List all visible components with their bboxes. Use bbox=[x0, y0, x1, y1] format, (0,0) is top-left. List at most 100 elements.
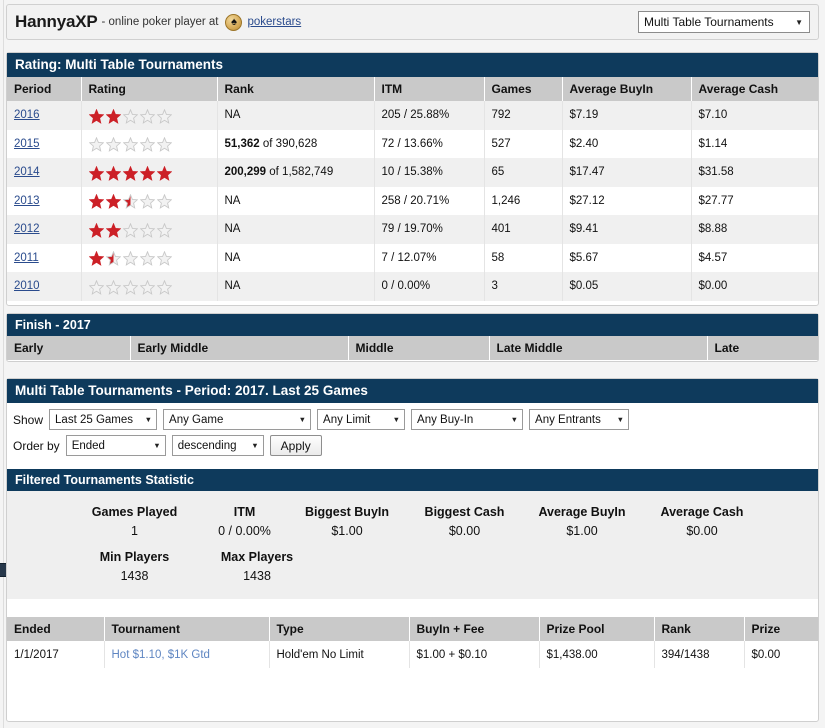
site-header: HannyaXP - online poker player at ♠ poke… bbox=[6, 4, 819, 40]
finish-panel: Finish - 2017 Early Early Middle Middle Lat… bbox=[6, 313, 819, 362]
star-empty-icon bbox=[156, 279, 172, 295]
cell-rating bbox=[81, 186, 218, 215]
player-name: HannyaXP bbox=[15, 12, 98, 31]
player-subtitle: - online poker player at bbox=[101, 16, 219, 28]
cell-average-cash: $4.57 bbox=[691, 243, 818, 272]
pokerstars-link[interactable]: pokerstars bbox=[247, 16, 301, 28]
order-field-select-value: Ended bbox=[71, 439, 105, 452]
show-range-select[interactable]: Last 25 Games ▼ bbox=[49, 409, 158, 430]
stats-row-players: Min Players Max Players 1438 1438 bbox=[7, 544, 818, 589]
show-label: Show bbox=[13, 412, 44, 427]
col-prize-pool: Prize Pool bbox=[539, 617, 655, 641]
finish-panel-title: Finish - 2017 bbox=[7, 314, 818, 336]
col-early-middle: Early Middle bbox=[130, 336, 349, 360]
game-type-select[interactable]: Any Game ▼ bbox=[163, 409, 312, 430]
stat-value: 1438 bbox=[243, 569, 271, 583]
cell-average-buyin: $5.67 bbox=[562, 243, 692, 272]
period-link[interactable]: 2013 bbox=[14, 195, 40, 207]
star-empty-icon bbox=[139, 279, 155, 295]
table-row: 2013 NA 258 / 20.71% 1,246 $27.12 $27.77 bbox=[7, 186, 818, 215]
table-row: 1/1/2017 Hot $1.10, $1K Gtd Hold'em No Lim… bbox=[7, 641, 818, 668]
filtered-stats-block: Games Played ITM Biggest BuyIn Biggest Cash… bbox=[7, 491, 818, 599]
chevron-down-icon: ▼ bbox=[298, 415, 307, 424]
limit-select-value: Any Limit bbox=[323, 413, 371, 426]
stat-label: Average Cash bbox=[660, 505, 744, 519]
star-full-icon bbox=[105, 194, 121, 209]
cell-average-cash: $8.88 bbox=[691, 215, 818, 244]
star-half-icon bbox=[105, 251, 121, 266]
period-link[interactable]: 2014 bbox=[14, 166, 40, 178]
stat-value: $0.00 bbox=[448, 524, 481, 538]
star-full-icon bbox=[88, 251, 104, 266]
table-row: 2012 NA 79 / 19.70% 401 $9.41 $8.88 bbox=[7, 215, 818, 244]
period-link[interactable]: 2012 bbox=[14, 223, 40, 235]
finish-table: Early Early Middle Middle Late Middle Late bbox=[7, 336, 818, 360]
star-full-icon bbox=[105, 108, 121, 124]
apply-button[interactable]: Apply bbox=[269, 435, 322, 456]
chevron-down-icon: ▼ bbox=[616, 415, 625, 424]
cell-average-buyin: $9.41 bbox=[562, 215, 692, 244]
chevron-down-icon: ▼ bbox=[795, 17, 803, 27]
order-direction-select[interactable]: descending ▼ bbox=[171, 435, 264, 456]
table-row: 2011 NA 7 / 12.07% 58 $5.67 $4.57 bbox=[7, 243, 818, 272]
star-empty-icon bbox=[156, 251, 172, 266]
cell-games: 527 bbox=[484, 129, 563, 158]
star-empty-icon bbox=[122, 137, 138, 152]
col-tournament: Tournament bbox=[104, 617, 270, 641]
star-half-icon bbox=[122, 194, 138, 209]
cell-buyin-fee: $1.00 + $0.10 bbox=[409, 641, 540, 668]
entrants-select-value: Any Entrants bbox=[535, 413, 601, 426]
period-link[interactable]: 2016 bbox=[14, 109, 40, 121]
stat-value: 1 bbox=[131, 524, 138, 538]
star-full-icon bbox=[122, 165, 138, 181]
rating-panel-title: Rating: Multi Table Tournaments bbox=[7, 53, 818, 77]
stat-label: Min Players bbox=[99, 550, 170, 564]
entrants-select[interactable]: Any Entrants ▼ bbox=[529, 409, 630, 430]
star-empty-icon bbox=[139, 251, 155, 266]
star-empty-icon bbox=[156, 194, 172, 209]
stat-value: $1.00 bbox=[331, 524, 363, 538]
period-link[interactable]: 2015 bbox=[14, 138, 40, 150]
cell-rating bbox=[81, 243, 218, 272]
cell-itm: 258 / 20.71% bbox=[374, 186, 485, 215]
cell-games: 3 bbox=[484, 272, 563, 301]
buyin-select[interactable]: Any Buy-In ▼ bbox=[411, 409, 524, 430]
cell-rank: 200,299 of 1,582,749 bbox=[217, 158, 375, 187]
period-link[interactable]: 2011 bbox=[14, 252, 39, 264]
cell-period: 2011 bbox=[7, 243, 82, 272]
tournaments-table: Ended Tournament Type BuyIn + Fee Prize Pool… bbox=[7, 617, 818, 668]
star-empty-icon bbox=[139, 194, 155, 209]
cell-rank: NA bbox=[217, 243, 375, 272]
tournament-link[interactable]: Hot $1.10, $1K Gtd bbox=[112, 649, 210, 661]
game-format-select[interactable]: Multi Table Tournaments ▼ bbox=[638, 11, 810, 33]
chevron-down-icon: ▼ bbox=[392, 415, 401, 424]
star-empty-icon bbox=[139, 222, 155, 238]
cell-prize: $0.00 bbox=[744, 641, 818, 668]
col-rank: Rank bbox=[217, 77, 375, 101]
col-period: Period bbox=[7, 77, 82, 101]
order-field-select[interactable]: Ended ▼ bbox=[65, 435, 166, 456]
cell-rating bbox=[81, 101, 218, 130]
cell-average-buyin: $7.19 bbox=[562, 101, 692, 130]
col-average-buyin: Average BuyIn bbox=[562, 77, 692, 101]
chevron-down-icon: ▼ bbox=[153, 441, 161, 450]
col-rating: Rating bbox=[81, 77, 218, 101]
cell-itm: 72 / 13.66% bbox=[374, 129, 485, 158]
cell-average-cash: $0.00 bbox=[691, 272, 818, 301]
period-link[interactable]: 2010 bbox=[14, 280, 40, 292]
star-full-icon bbox=[156, 165, 172, 181]
cell-itm: 205 / 25.88% bbox=[374, 101, 485, 130]
col-early: Early bbox=[7, 336, 131, 360]
stat-label: ITM bbox=[233, 505, 256, 519]
cell-tournament: Hot $1.10, $1K Gtd bbox=[104, 641, 270, 668]
stat-value: 1438 bbox=[120, 569, 149, 583]
limit-select[interactable]: Any Limit ▼ bbox=[317, 409, 406, 430]
cell-period: 2014 bbox=[7, 158, 82, 187]
stats-panel-title: Filtered Tournaments Statistic bbox=[7, 469, 818, 491]
stat-label: Biggest Cash bbox=[424, 505, 505, 519]
col-buyin-fee: BuyIn + Fee bbox=[409, 617, 540, 641]
star-full-icon bbox=[88, 108, 104, 124]
spade-icon: ♠ bbox=[225, 13, 243, 31]
cell-type: Hold'em No Limit bbox=[269, 641, 410, 668]
col-middle: Middle bbox=[348, 336, 490, 360]
